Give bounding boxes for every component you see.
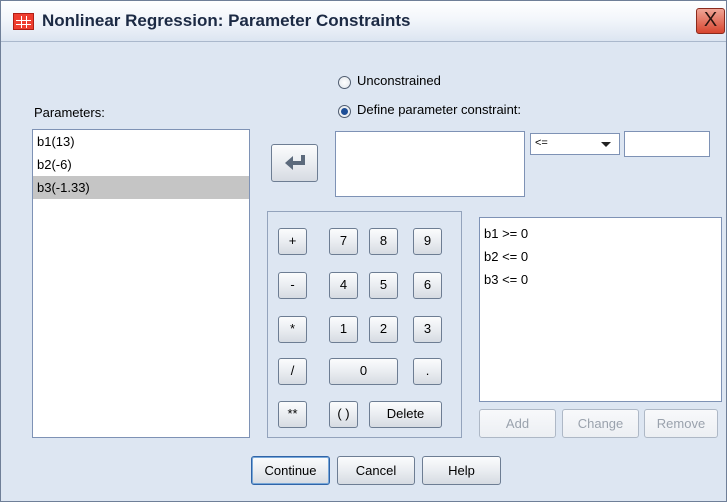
- constraint-value-field[interactable]: [624, 131, 710, 157]
- chevron-down-icon: [601, 142, 611, 147]
- unconstrained-label: Unconstrained: [357, 73, 441, 88]
- constraint-list-item[interactable]: b2 <= 0: [480, 245, 721, 268]
- parameters-label: Parameters:: [34, 105, 105, 120]
- key-power[interactable]: **: [278, 401, 307, 428]
- key-parentheses[interactable]: ( ): [329, 401, 358, 428]
- constraint-list-item[interactable]: b1 >= 0: [480, 222, 721, 245]
- window-title: Nonlinear Regression: Parameter Constrai…: [42, 11, 411, 30]
- title-bar: Nonlinear Regression: Parameter Constrai…: [1, 1, 726, 42]
- key-delete[interactable]: Delete: [369, 401, 442, 428]
- key-1[interactable]: 1: [329, 316, 358, 343]
- key-6[interactable]: 6: [413, 272, 442, 299]
- constraint-list-item[interactable]: b3 <= 0: [480, 268, 721, 291]
- parameter-list-item[interactable]: b3(-1.33): [33, 176, 249, 199]
- define-constraint-radio[interactable]: [338, 105, 351, 118]
- define-constraint-label: Define parameter constraint:: [357, 102, 522, 117]
- key-minus[interactable]: -: [278, 272, 307, 299]
- arrow-left-icon: [285, 155, 305, 170]
- key-2[interactable]: 2: [369, 316, 398, 343]
- unconstrained-radio[interactable]: [338, 76, 351, 89]
- parameters-list[interactable]: b1(13) b2(-6) b3(-1.33): [32, 129, 250, 438]
- continue-button[interactable]: Continue: [251, 456, 330, 485]
- spss-table-icon: [13, 13, 34, 30]
- change-button[interactable]: Change: [562, 409, 639, 438]
- key-5[interactable]: 5: [369, 272, 398, 299]
- operator-select-value: <=: [535, 137, 548, 149]
- parameter-list-item[interactable]: b2(-6): [33, 153, 249, 176]
- add-button[interactable]: Add: [479, 409, 556, 438]
- constraints-list[interactable]: b1 >= 0 b2 <= 0 b3 <= 0: [479, 217, 722, 402]
- operator-select[interactable]: <=: [530, 133, 620, 155]
- parameter-list-item[interactable]: b1(13): [33, 130, 249, 153]
- key-9[interactable]: 9: [413, 228, 442, 255]
- remove-button[interactable]: Remove: [644, 409, 718, 438]
- key-0[interactable]: 0: [329, 358, 398, 385]
- key-divide[interactable]: /: [278, 358, 307, 385]
- close-icon: X: [703, 9, 718, 31]
- key-decimal[interactable]: .: [413, 358, 442, 385]
- dialog-window: Nonlinear Regression: Parameter Constrai…: [0, 0, 727, 502]
- radio-selected-dot: [341, 108, 348, 115]
- key-multiply[interactable]: *: [278, 316, 307, 343]
- key-8[interactable]: 8: [369, 228, 398, 255]
- key-plus[interactable]: +: [278, 228, 307, 255]
- key-4[interactable]: 4: [329, 272, 358, 299]
- key-3[interactable]: 3: [413, 316, 442, 343]
- keypad-panel: + - * / ** 7 8 9 4 5 6 1 2 3 0 . ( ) Del…: [267, 211, 462, 438]
- close-button[interactable]: X: [696, 8, 725, 34]
- help-button[interactable]: Help: [422, 456, 501, 485]
- constraint-expression-field[interactable]: [335, 131, 525, 197]
- key-7[interactable]: 7: [329, 228, 358, 255]
- move-parameter-button[interactable]: [271, 144, 318, 182]
- cancel-button[interactable]: Cancel: [337, 456, 415, 485]
